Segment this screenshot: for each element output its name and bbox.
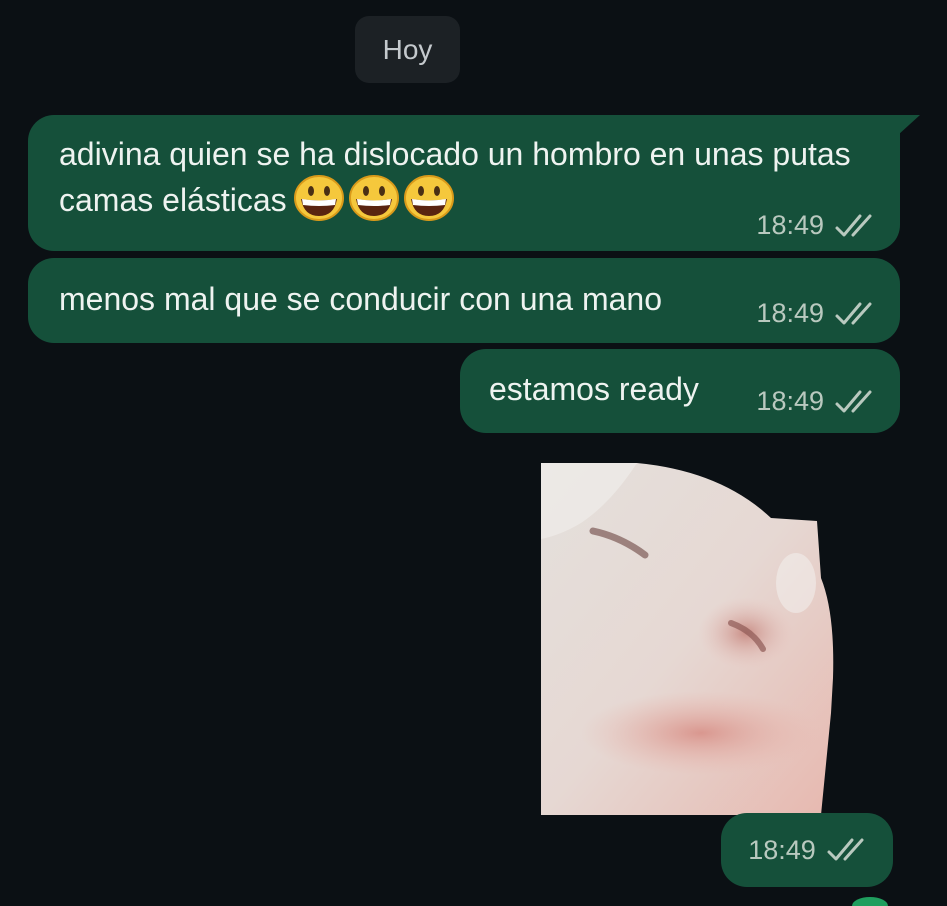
message-bubble[interactable]: estamos ready 18:49 (460, 349, 900, 433)
message-time: 18:49 (748, 834, 816, 865)
message-text-content: adivina quien se ha dislocado un hombro … (59, 136, 851, 218)
grinning-face-emoji-icon (293, 174, 344, 221)
message-time: 18:49 (756, 298, 824, 328)
bubble-tail (898, 115, 920, 135)
double-check-read-icon (835, 214, 872, 236)
emoji-group (293, 174, 455, 222)
date-separator: Hoy (355, 16, 460, 83)
message-meta: 18:49 (756, 386, 874, 417)
date-separator-label: Hoy (382, 33, 433, 65)
message-text: menos mal que se conducir con una mano (59, 281, 663, 317)
grinning-face-emoji-icon (403, 174, 454, 221)
message-bubble[interactable]: adivina quien se ha dislocado un hombro … (28, 115, 920, 251)
message-bubble[interactable]: menos mal que se conducir con una mano 1… (28, 258, 900, 343)
grinning-face-emoji-icon (348, 174, 399, 221)
cat-face-sticker[interactable] (541, 463, 841, 815)
message-text: adivina quien se ha dislocado un hombro … (59, 131, 870, 227)
double-check-read-icon (827, 838, 864, 861)
double-check-read-icon (835, 390, 872, 412)
scroll-indicator (852, 897, 888, 906)
double-check-read-icon (835, 302, 872, 324)
message-time: 18:49 (756, 210, 824, 240)
message-time: 18:49 (756, 386, 824, 416)
message-meta: 18:49 (756, 210, 874, 241)
message-meta: 18:49 (756, 298, 874, 329)
sticker-meta: 18:49 (721, 813, 893, 887)
